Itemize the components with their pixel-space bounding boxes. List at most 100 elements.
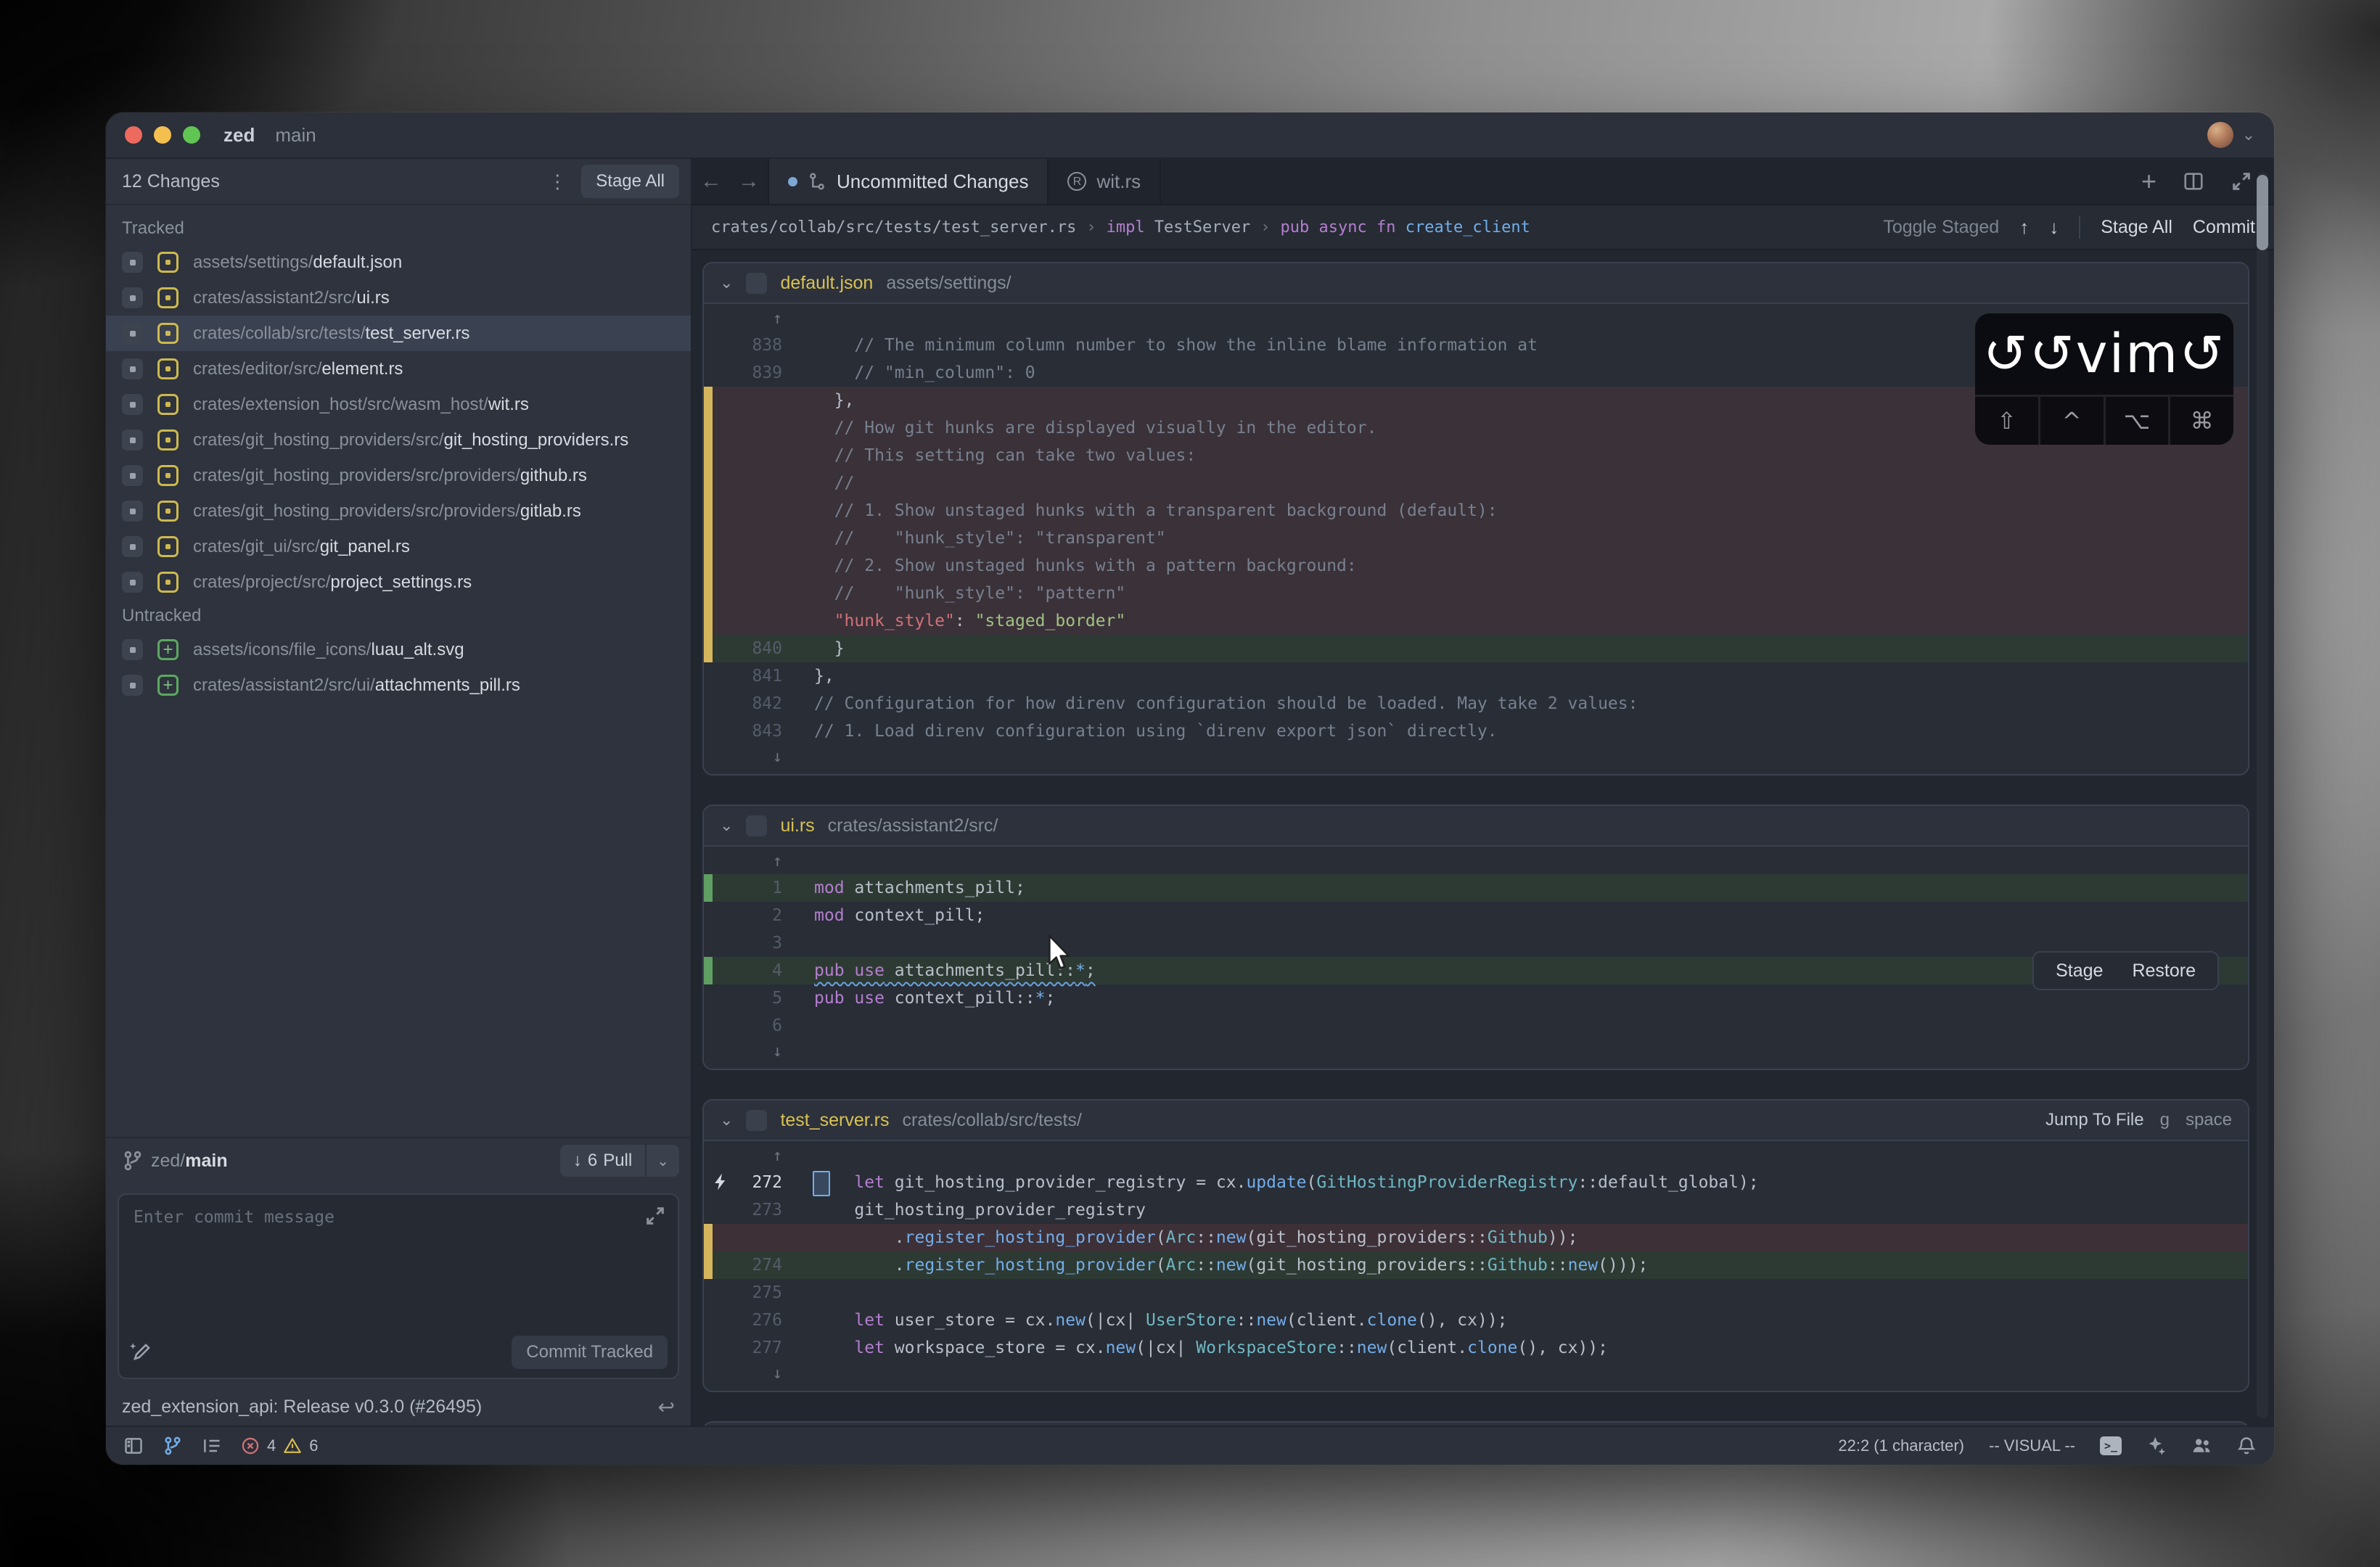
expand-down-icon[interactable]: ↓ xyxy=(704,1040,2248,1064)
pull-button[interactable]: ↓ 6 Pull ⌄ xyxy=(559,1145,679,1177)
expand-down-icon[interactable]: ↓ xyxy=(704,745,2248,770)
branch-name[interactable]: main xyxy=(185,1151,227,1172)
expand-commit-editor-icon[interactable] xyxy=(644,1205,666,1227)
code-line-277[interactable]: 277 let workspace_store = cx.new(|cx| Wo… xyxy=(704,1334,2248,1362)
code-line-4[interactable]: 4 pub use attachments_pill::*; Stage Restor… xyxy=(704,951,2248,990)
code-line-273[interactable]: 273 git_hosting_provider_registry xyxy=(704,1196,2248,1224)
file-row[interactable]: crates/collab/src/tests/test_server.rs xyxy=(106,316,691,351)
stage-checkbox[interactable] xyxy=(122,394,143,415)
project-title[interactable]: zed xyxy=(223,124,255,147)
stage-checkbox[interactable] xyxy=(122,536,143,557)
commit-tracked-button[interactable]: Commit Tracked xyxy=(512,1336,668,1369)
stage-checkbox[interactable] xyxy=(122,287,143,308)
file-row[interactable]: crates/git_hosting_providers/src/provide… xyxy=(106,493,691,529)
file-row[interactable]: crates/git_hosting_providers/src/provide… xyxy=(106,458,691,493)
stage-checkbox[interactable] xyxy=(122,323,143,344)
generate-commit-message-icon[interactable] xyxy=(129,1341,152,1364)
stage-checkbox[interactable] xyxy=(122,429,143,451)
zoom-button[interactable] xyxy=(183,126,200,144)
commit-button[interactable]: Commit xyxy=(2193,217,2255,238)
cursor-position[interactable]: 22:2 (1 character) xyxy=(1838,1436,1964,1455)
stage-checkbox[interactable] xyxy=(122,252,143,273)
code-line[interactable]: // This setting can take two values: xyxy=(704,442,2248,469)
file-row[interactable]: crates/editor/src/element.rs xyxy=(106,351,691,387)
file-row[interactable]: crates/extension_host/src/wasm_host/wit.… xyxy=(106,387,691,422)
close-button[interactable] xyxy=(125,126,142,144)
panel-left-icon[interactable] xyxy=(123,1436,144,1456)
commit-message-editor[interactable]: Enter commit message Commit Tracked xyxy=(118,1193,679,1379)
diff-section-header[interactable]: ⌄ ui.rs crates/assistant2/src/ xyxy=(704,806,2248,847)
code-line-1[interactable]: 1 mod attachments_pill; xyxy=(704,874,2248,902)
last-commit-row[interactable]: zed_extension_api: Release v0.3.0 (#2649… xyxy=(106,1388,691,1426)
repo-name[interactable]: zed/ xyxy=(151,1151,185,1172)
chevron-down-icon[interactable]: ⌄ xyxy=(720,816,733,835)
code-line[interactable]: // 1. Show unstaged hunks with a transpa… xyxy=(704,497,2248,525)
code-line[interactable]: "hunk_style": "staged_border" xyxy=(704,607,2248,635)
sparkles-icon[interactable] xyxy=(2146,1436,2167,1456)
file-row[interactable]: crates/git_ui/src/git_panel.rs xyxy=(106,529,691,564)
titlebar-branch[interactable]: main xyxy=(275,124,316,147)
tab-uncommitted-changes[interactable]: Uncommitted Changes xyxy=(768,159,1049,204)
stage-checkbox[interactable] xyxy=(122,639,143,660)
file-row[interactable]: crates/project/src/project_settings.rs xyxy=(106,564,691,600)
nav-back-icon[interactable]: ← xyxy=(692,159,730,204)
diff-section-header[interactable]: ⌄element.rscrates/editor/src/ xyxy=(704,1423,2248,1426)
code-line-842[interactable]: 842// Configuration for how direnv confi… xyxy=(704,690,2248,717)
code-line-843[interactable]: 843// 1. Load direnv configuration using… xyxy=(704,717,2248,745)
code-line-2[interactable]: 2 mod context_pill; xyxy=(704,902,2248,929)
code-line-272[interactable]: 272 let git_hosting_provider_registry = … xyxy=(704,1169,2248,1196)
stage-file-checkbox[interactable] xyxy=(746,272,768,294)
stage-checkbox[interactable] xyxy=(122,358,143,379)
code-line-275[interactable]: 275 xyxy=(704,1279,2248,1307)
terminal-icon[interactable]: >_ xyxy=(2100,1436,2122,1455)
code-line[interactable]: // xyxy=(704,469,2248,497)
jump-to-file-button[interactable]: Jump To File xyxy=(2045,1110,2144,1130)
expand-down-icon[interactable]: ↓ xyxy=(704,1362,2248,1386)
file-row[interactable]: crates/git_hosting_providers/src/git_hos… xyxy=(106,422,691,458)
overflow-menu-icon[interactable]: ⋮ xyxy=(543,170,571,193)
file-row[interactable]: + assets/icons/file_icons/luau_alt.svg xyxy=(106,632,691,667)
toggle-staged-button[interactable]: Toggle Staged xyxy=(1883,217,1999,238)
code-line[interactable]: // "hunk_style": "transparent" xyxy=(704,525,2248,552)
diff-section-header[interactable]: ⌄ test_server.rs crates/collab/src/tests/J… xyxy=(704,1101,2248,1141)
outline-icon[interactable] xyxy=(202,1436,222,1456)
file-row[interactable]: crates/assistant2/src/ui.rs xyxy=(106,280,691,316)
pull-dropdown-icon[interactable]: ⌄ xyxy=(647,1145,679,1177)
stage-checkbox[interactable] xyxy=(122,675,143,696)
file-row[interactable]: + crates/assistant2/src/ui/attachments_pi… xyxy=(106,667,691,703)
stage-file-checkbox[interactable] xyxy=(746,815,768,836)
stage-hunk-button[interactable]: Stage xyxy=(2056,957,2103,984)
code-line-274[interactable]: 274 .register_hosting_provider(Arc::new(… xyxy=(704,1251,2248,1279)
code-line[interactable]: // "hunk_style": "pattern" xyxy=(704,580,2248,607)
nav-forward-icon[interactable]: → xyxy=(730,159,768,204)
scrollbar-thumb[interactable] xyxy=(2257,175,2268,250)
split-pane-icon[interactable] xyxy=(2183,170,2204,192)
code-line-3[interactable]: 3 xyxy=(704,929,2248,957)
chevron-down-icon[interactable]: ⌄ xyxy=(2242,126,2255,144)
bell-icon[interactable] xyxy=(2236,1436,2257,1456)
breadcrumb-impl[interactable]: TestServer xyxy=(1154,218,1250,237)
chevron-down-icon[interactable]: ⌄ xyxy=(720,1111,733,1130)
breadcrumb[interactable]: crates/collab/src/tests/test_server.rs ›… xyxy=(692,205,2274,250)
scrollbar[interactable] xyxy=(2257,172,2268,1418)
stage-all-button-sidebar[interactable]: Stage All xyxy=(581,165,679,198)
stage-checkbox[interactable] xyxy=(122,501,143,522)
code-line-276[interactable]: 276 let user_store = cx.new(|cx| UserSto… xyxy=(704,1307,2248,1334)
expand-up-icon[interactable]: ↑ xyxy=(704,1144,2248,1169)
breadcrumb-file[interactable]: crates/collab/src/tests/test_server.rs xyxy=(711,218,1076,237)
chevron-down-icon[interactable]: ⌄ xyxy=(720,273,733,292)
stage-file-checkbox[interactable] xyxy=(746,1109,768,1131)
breadcrumb-fn[interactable]: create_client xyxy=(1406,218,1530,237)
new-tab-icon[interactable]: + xyxy=(2141,168,2157,194)
code-line[interactable]: // 2. Show unstaged hunks with a pattern… xyxy=(704,552,2248,580)
collab-icon[interactable] xyxy=(2191,1436,2212,1456)
expand-pane-icon[interactable] xyxy=(2231,170,2252,192)
minimize-button[interactable] xyxy=(154,126,171,144)
undo-commit-icon[interactable]: ↩ xyxy=(658,1395,675,1419)
stage-checkbox[interactable] xyxy=(122,465,143,486)
diagnostics[interactable]: 4 6 xyxy=(241,1436,319,1455)
avatar[interactable] xyxy=(2207,122,2233,148)
code-line-840[interactable]: 840 } xyxy=(704,635,2248,662)
code-line[interactable]: .register_hosting_provider(Arc::new(git_… xyxy=(704,1224,2248,1251)
tab-wit-rs[interactable]: R wit.rs xyxy=(1049,159,1162,204)
